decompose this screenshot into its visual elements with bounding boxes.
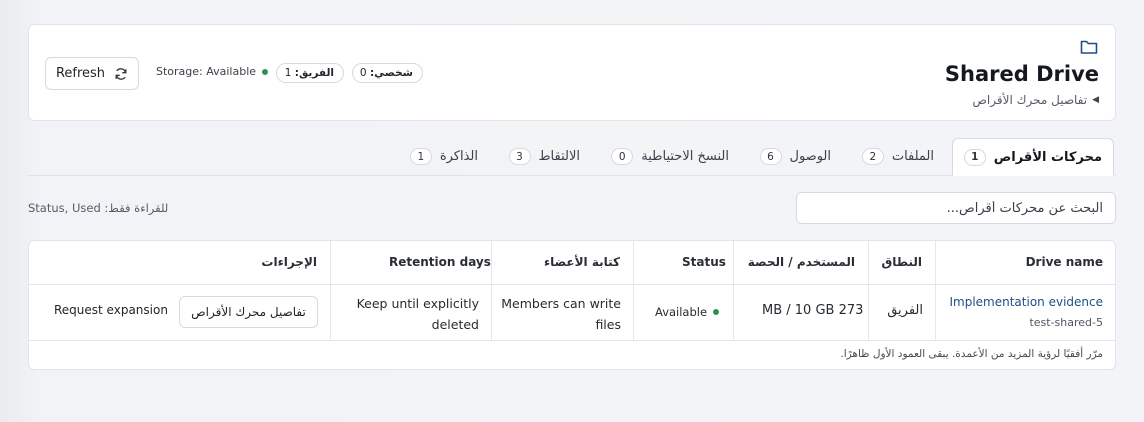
tab-capture-count: 3 [508,148,531,165]
row-divider [29,340,1115,341]
scope-cell: الفريق [887,303,923,318]
tab-backups-label: النسخ الاحتياطية [641,149,729,164]
drive-search-input[interactable] [796,192,1116,224]
tab-files-count: 2 [861,148,884,165]
column-divider [633,241,634,340]
storage-status: Storage: Available [156,65,269,78]
page-title: Shared Drive [944,62,1099,86]
column-divider [491,241,492,340]
tab-drives-label: محركات الأقراص [993,149,1102,165]
tab-drives[interactable]: محركات الأقراص 1 [951,138,1114,176]
column-divider [733,241,734,340]
tab-memory-label: الذاكرة [439,149,478,164]
tab-access-count: 6 [759,148,782,165]
tab-files-label: الملفات [891,149,934,164]
drive-id: test-shared-5 [1029,316,1103,329]
caret-left-icon: ◀ [1092,95,1099,105]
column-header-actions: الإجراءات [261,255,317,269]
refresh-icon [115,67,127,80]
drives-table: Drive name النطاق المستخدم / الحصة Statu… [28,240,1116,370]
tab-memory[interactable]: الذاكرة 1 [409,138,478,175]
member-write-line: files [595,317,621,332]
tab-drives-count: 1 [963,148,986,166]
personal-count-value: 0 [359,67,367,79]
retention-cell: Keep until explicitly deleted [357,293,479,335]
tab-backups-count: 0 [611,148,634,165]
column-header-drive-name[interactable]: Drive name [1026,255,1103,269]
tab-backups[interactable]: النسخ الاحتياطية 0 [611,138,729,175]
folder-icon [1080,40,1098,54]
member-write-line: Members can write [501,296,621,311]
table-scroll-hint: مرّر أفقيًا لرؤية المزيد من الأعمدة. يبق… [840,348,1103,360]
column-header-retention[interactable]: Retention days [389,255,491,269]
request-expansion-button[interactable]: Request expansion [54,303,168,317]
team-count-value: 1 [284,67,292,79]
breadcrumb[interactable]: ◀ تفاصيل محرك الأقراص [972,93,1099,107]
personal-count-label: شخصي: [369,67,413,79]
status-cell: Available [655,305,720,319]
column-divider [330,241,331,340]
tab-access-label: الوصول [789,149,832,164]
header-divider [29,284,1115,285]
status-label: Available [655,305,708,319]
column-divider [868,241,869,340]
refresh-label: Refresh [55,66,106,81]
column-header-used-quota[interactable]: المستخدم / الحصة [748,255,855,269]
team-count-badge: الفريق: 1 [276,63,344,83]
member-write-cell: Members can write files [501,293,621,335]
column-header-status[interactable]: Status [682,255,726,269]
readonly-note: Status, Used :للقراءة فقط [28,201,169,215]
drive-name-link[interactable]: Implementation evidence [949,295,1103,309]
breadcrumb-label: تفاصيل محرك الأقراص [972,93,1088,107]
team-count-label: الفريق: [294,67,334,79]
column-header-member-write[interactable]: كتابة الأعضاء [544,255,620,269]
retention-line: deleted [431,317,479,332]
column-divider [935,241,936,340]
tab-access[interactable]: الوصول 6 [759,138,832,175]
drive-details-button[interactable]: تفاصيل محرك الأقراص [179,296,318,328]
tab-capture-label: الالتقاط [538,149,580,164]
storage-status-label: Storage: Available [156,65,257,78]
tab-capture[interactable]: الالتقاط 3 [508,138,580,175]
personal-count-badge: شخصي: 0 [352,63,423,83]
retention-line: Keep until explicitly [356,296,479,311]
refresh-button[interactable]: Refresh [45,57,139,90]
tab-files[interactable]: الملفات 2 [861,138,934,175]
column-header-scope[interactable]: النطاق [882,255,922,269]
status-dot-icon [713,309,720,315]
status-dot-icon [262,68,269,75]
used-quota-cell: 273 MB / 10 GB [762,303,864,318]
tab-memory-count: 1 [409,148,432,165]
drive-header-card: Shared Drive ◀ تفاصيل محرك الأقراص Refre… [28,24,1116,121]
